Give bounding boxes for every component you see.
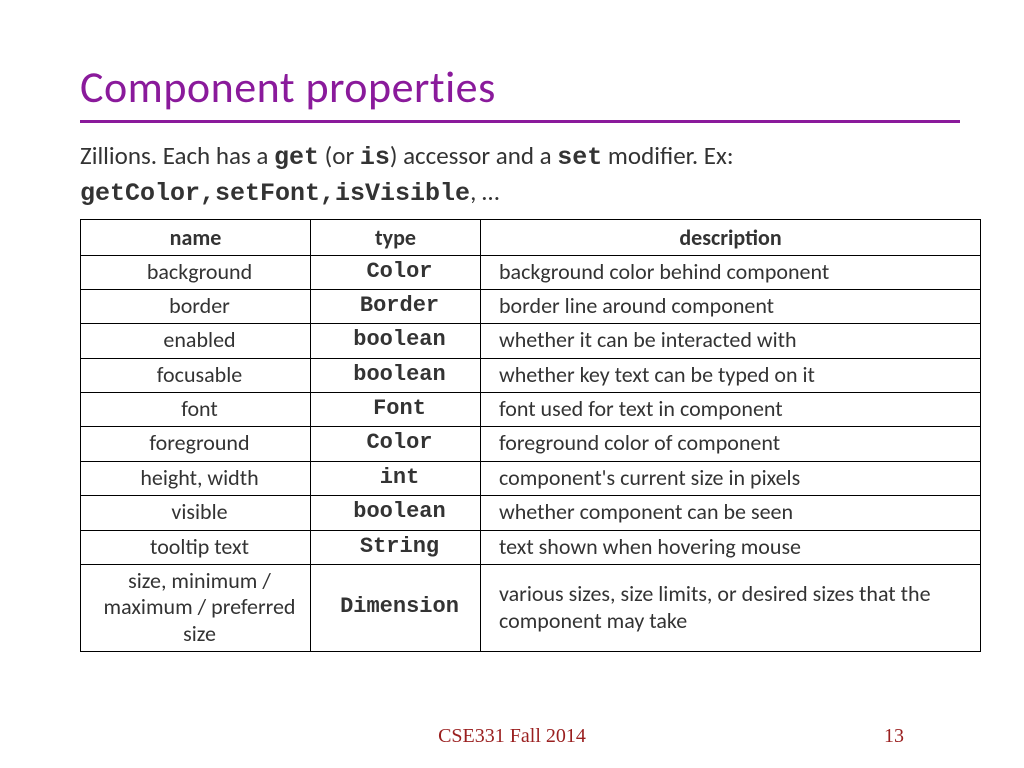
cell-name: background [81, 255, 311, 289]
cell-type: boolean [311, 324, 481, 358]
header-description: description [481, 219, 981, 255]
intro-part-2: (or [319, 140, 360, 171]
cell-name: border [81, 289, 311, 323]
code-set: set [557, 143, 602, 172]
cell-description: various sizes, size limits, or desired s… [481, 565, 981, 652]
table-row: tooltip textStringtext shown when hoveri… [81, 530, 981, 564]
page-title: Component properties [80, 60, 984, 114]
cell-type: Dimension [311, 565, 481, 652]
cell-name: font [81, 393, 311, 427]
slide: Component properties Zillions. Each has … [0, 0, 1024, 768]
cell-type: Color [311, 255, 481, 289]
code-examples: getColor,setFont,isVisible [80, 179, 470, 208]
cell-description: text shown when hovering mouse [481, 530, 981, 564]
cell-type: Color [311, 427, 481, 461]
cell-description: font used for text in component [481, 393, 981, 427]
cell-type: int [311, 461, 481, 495]
cell-description: whether key text can be typed on it [481, 358, 981, 392]
cell-description: whether it can be interacted with [481, 324, 981, 358]
cell-name: height, width [81, 461, 311, 495]
table-row: backgroundColorbackground color behind c… [81, 255, 981, 289]
cell-type: boolean [311, 496, 481, 530]
table-row: focusablebooleanwhether key text can be … [81, 358, 981, 392]
cell-name: foreground [81, 427, 311, 461]
cell-type: Border [311, 289, 481, 323]
code-get: get [274, 143, 319, 172]
cell-description: foreground color of component [481, 427, 981, 461]
table-row: visiblebooleanwhether component can be s… [81, 496, 981, 530]
cell-description: border line around component [481, 289, 981, 323]
cell-type: Font [311, 393, 481, 427]
footer-course: CSE331 Fall 2014 [0, 725, 1024, 748]
table-row: foregroundColorforeground color of compo… [81, 427, 981, 461]
table-row: size, minimum / maximum / preferred size… [81, 565, 981, 652]
cell-description: whether component can be seen [481, 496, 981, 530]
intro-part-3: ) accessor and a [390, 140, 557, 171]
cell-name: tooltip text [81, 530, 311, 564]
cell-description: background color behind component [481, 255, 981, 289]
footer-page: 13 [884, 725, 904, 748]
properties-table: name type description backgroundColorbac… [80, 219, 981, 653]
intro-part-1: Zillions. Each has a [80, 140, 274, 171]
intro-part-4: modifier. Ex: [602, 140, 733, 171]
cell-name: focusable [81, 358, 311, 392]
cell-type: boolean [311, 358, 481, 392]
intro-text: Zillions. Each has a get (or is) accesso… [80, 139, 960, 211]
cell-description: component's current size in pixels [481, 461, 981, 495]
header-type: type [311, 219, 481, 255]
intro-tail: , … [470, 176, 499, 207]
title-rule [80, 120, 960, 123]
cell-name: size, minimum / maximum / preferred size [81, 565, 311, 652]
cell-name: enabled [81, 324, 311, 358]
cell-name: visible [81, 496, 311, 530]
table-row: fontFontfont used for text in component [81, 393, 981, 427]
table-row: enabledbooleanwhether it can be interact… [81, 324, 981, 358]
table-row: height, widthintcomponent's current size… [81, 461, 981, 495]
table-header-row: name type description [81, 219, 981, 255]
code-is: is [360, 143, 390, 172]
header-name: name [81, 219, 311, 255]
cell-type: String [311, 530, 481, 564]
table-row: borderBorderborder line around component [81, 289, 981, 323]
